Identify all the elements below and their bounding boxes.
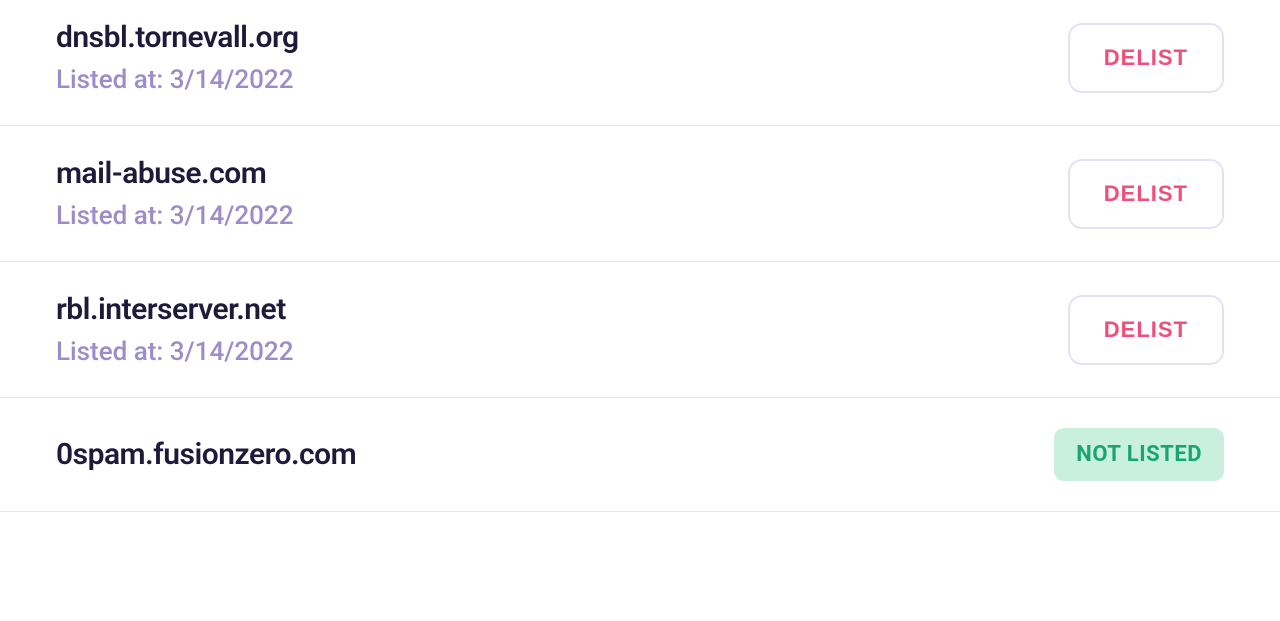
list-item-info: mail-abuse.com Listed at: 3/14/2022 bbox=[56, 156, 293, 231]
list-item: mail-abuse.com Listed at: 3/14/2022 DELI… bbox=[0, 126, 1280, 262]
domain-name: rbl.interserver.net bbox=[56, 292, 293, 327]
delist-button[interactable]: DELIST bbox=[1068, 295, 1224, 365]
delist-button[interactable]: DELIST bbox=[1068, 159, 1224, 229]
list-item-info: 0spam.fusionzero.com bbox=[56, 437, 356, 472]
domain-name: dnsbl.tornevall.org bbox=[56, 20, 299, 55]
domain-name: 0spam.fusionzero.com bbox=[56, 437, 356, 472]
listed-at-label: Listed at: 3/14/2022 bbox=[56, 201, 293, 231]
list-item: rbl.interserver.net Listed at: 3/14/2022… bbox=[0, 262, 1280, 398]
listed-at-label: Listed at: 3/14/2022 bbox=[56, 65, 299, 95]
list-item: 0spam.fusionzero.com NOT LISTED bbox=[0, 398, 1280, 512]
list-item: dnsbl.tornevall.org Listed at: 3/14/2022… bbox=[0, 0, 1280, 126]
not-listed-badge: NOT LISTED bbox=[1054, 428, 1224, 481]
list-item-info: dnsbl.tornevall.org Listed at: 3/14/2022 bbox=[56, 20, 299, 95]
delist-button[interactable]: DELIST bbox=[1068, 23, 1224, 93]
list-item-info: rbl.interserver.net Listed at: 3/14/2022 bbox=[56, 292, 293, 367]
listed-at-label: Listed at: 3/14/2022 bbox=[56, 337, 293, 367]
domain-name: mail-abuse.com bbox=[56, 156, 293, 191]
blacklist-results-list: dnsbl.tornevall.org Listed at: 3/14/2022… bbox=[0, 0, 1280, 512]
